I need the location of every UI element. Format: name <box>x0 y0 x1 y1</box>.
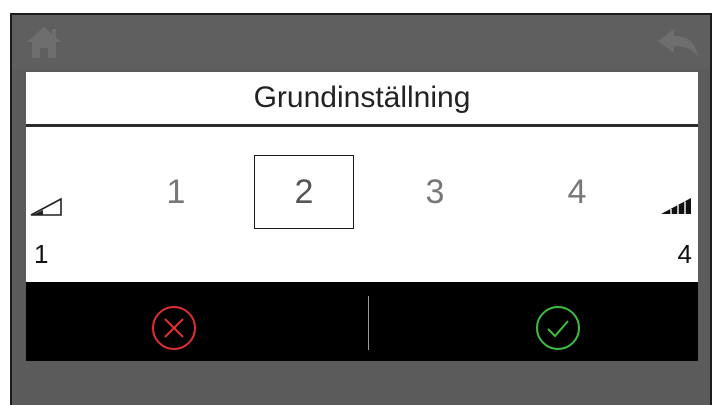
confirm-check-icon <box>536 306 580 350</box>
settings-dialog: Grundinställning 1 2 3 4 1 4 <box>26 72 698 361</box>
range-max-label: 4 <box>677 239 692 269</box>
home-icon[interactable] <box>24 24 64 60</box>
signal-high-icon <box>660 196 694 216</box>
dialog-title: Grundinställning <box>26 72 698 127</box>
back-arrow-icon[interactable] <box>656 27 700 59</box>
action-bar <box>26 282 698 361</box>
cancel-x-icon <box>152 306 196 350</box>
range-min-label: 1 <box>34 239 49 269</box>
confirm-button[interactable] <box>534 304 582 352</box>
level-selector: 1 2 3 4 1 4 <box>26 127 698 282</box>
action-divider <box>368 296 369 350</box>
signal-low-icon <box>30 197 64 217</box>
level-option-4[interactable]: 4 <box>527 155 627 229</box>
cancel-button[interactable] <box>150 304 198 352</box>
level-option-3[interactable]: 3 <box>385 155 485 229</box>
level-option-1[interactable]: 1 <box>126 155 226 229</box>
level-option-2-selected[interactable]: 2 <box>254 155 354 229</box>
top-bar <box>12 15 710 69</box>
